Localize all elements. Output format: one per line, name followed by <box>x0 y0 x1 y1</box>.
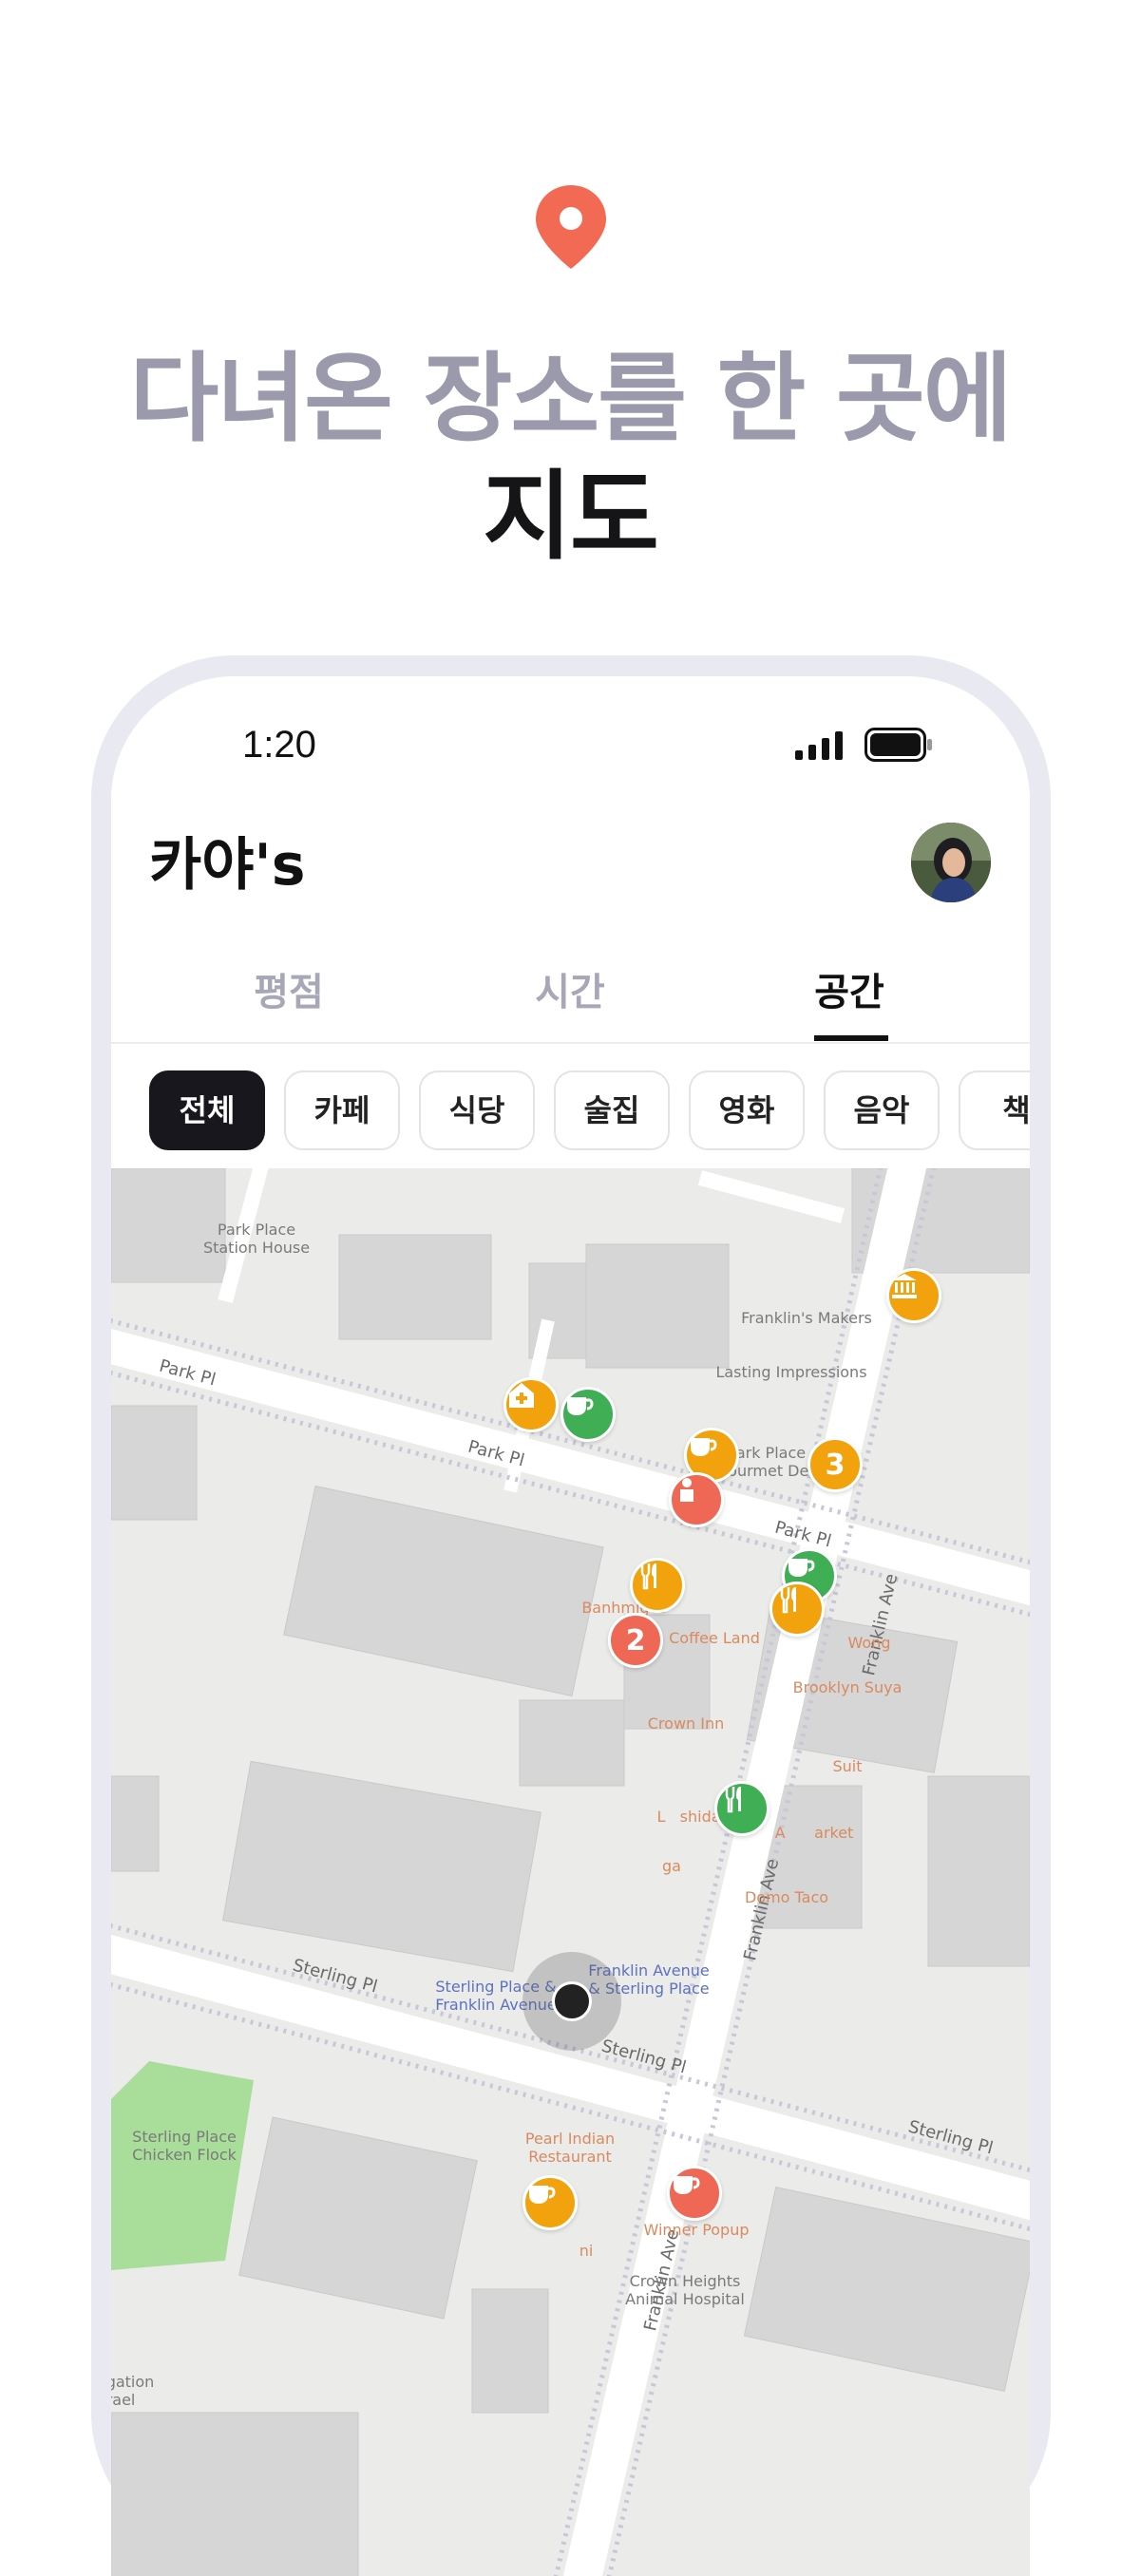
tab-bar: 평점 시간 공간 <box>111 942 1030 1044</box>
poi-label: Sterling Place Chicken Flock <box>132 2128 237 2164</box>
restaurant-marker-3[interactable] <box>714 1781 770 1836</box>
poi-label: ga <box>662 1857 681 1875</box>
person-icon <box>680 1478 694 1502</box>
chip-bar[interactable]: 술집 <box>554 1070 670 1150</box>
fork-knife-icon <box>780 1587 796 1614</box>
cluster-marker-2[interactable]: 2 <box>608 1613 663 1668</box>
poi-label: Franklin's Makers <box>741 1309 872 1327</box>
hospital-icon <box>509 1383 534 1408</box>
page-title: 카야's <box>149 832 306 899</box>
poi-label: Crown Heights Animal Hospital <box>625 2272 745 2308</box>
poi-label: A arket <box>774 1824 854 1842</box>
poi-label: Domo Taco <box>744 1888 829 1906</box>
cafe-marker-5[interactable] <box>667 2166 722 2221</box>
poi-label: Brooklyn Suya <box>792 1678 902 1696</box>
poi-label: Park Place Station House <box>202 1221 311 1257</box>
poi-label: Lasting Impressions <box>715 1363 867 1381</box>
chip-cafe[interactable]: 카페 <box>284 1070 400 1150</box>
poi-label: Pearl Indian Restaurant <box>524 2130 616 2166</box>
cluster-marker-3[interactable]: 3 <box>808 1437 863 1492</box>
chip-music[interactable]: 음악 <box>824 1070 940 1150</box>
map-base <box>111 1168 1030 2576</box>
poi-label: gation rael <box>111 2373 155 2409</box>
person-marker[interactable] <box>669 1472 724 1527</box>
location-pin-icon <box>536 185 606 269</box>
hospital-marker[interactable] <box>504 1377 559 1432</box>
coffee-cup-icon <box>788 1559 815 1577</box>
poi-label: Crown Inn <box>647 1714 725 1733</box>
coffee-cup-icon <box>691 1438 717 1456</box>
fork-knife-icon <box>640 1563 656 1590</box>
restaurant-marker-2[interactable] <box>770 1582 825 1637</box>
avatar[interactable] <box>911 823 991 902</box>
coffee-cup-icon <box>567 1397 594 1415</box>
map-view[interactable]: Park Pl Park Pl Park Pl Sterling Pl Ster… <box>111 1168 1030 2576</box>
poi-label: Coffee Land <box>669 1629 760 1647</box>
chip-restaurant[interactable]: 식당 <box>419 1070 535 1150</box>
tab-rating[interactable]: 평점 <box>254 961 324 1016</box>
coffee-cup-icon <box>529 2186 556 2204</box>
coffee-cup-icon <box>674 2176 700 2194</box>
battery-icon <box>864 728 932 762</box>
current-location-icon[interactable] <box>522 1952 621 2051</box>
status-time: 1:20 <box>242 724 316 766</box>
chip-book[interactable]: 책 <box>959 1070 1030 1150</box>
poi-label: Wong <box>847 1634 891 1652</box>
chip-movie[interactable]: 영화 <box>689 1070 805 1150</box>
museum-marker[interactable] <box>886 1268 941 1323</box>
category-chips: 전체 카페 식당 술집 영화 음악 책 <box>149 1070 1030 1150</box>
tab-space[interactable]: 공간 <box>814 961 884 1016</box>
restaurant-marker-1[interactable] <box>630 1558 685 1613</box>
headline-line2: 지도 <box>483 461 659 574</box>
museum-icon <box>892 1274 917 1298</box>
poi-label: L shida <box>656 1808 721 1826</box>
tab-time[interactable]: 시간 <box>535 961 605 1016</box>
poi-label: ni <box>579 2242 594 2260</box>
phone-screen: 1:20 카야's 평점 시간 공간 전체 카페 식당 술집 영화 음악 책 P… <box>111 676 1030 2576</box>
fork-knife-icon <box>725 1787 741 1813</box>
cafe-marker-4[interactable] <box>522 2175 578 2230</box>
cafe-marker-1[interactable] <box>560 1387 616 1442</box>
chip-all[interactable]: 전체 <box>149 1070 265 1150</box>
location-dot <box>552 1981 592 2021</box>
tab-underline <box>814 1035 888 1041</box>
poi-label: Winner Popup <box>643 2221 750 2239</box>
signal-icon <box>795 731 843 760</box>
poi-label: Suit <box>832 1757 863 1775</box>
